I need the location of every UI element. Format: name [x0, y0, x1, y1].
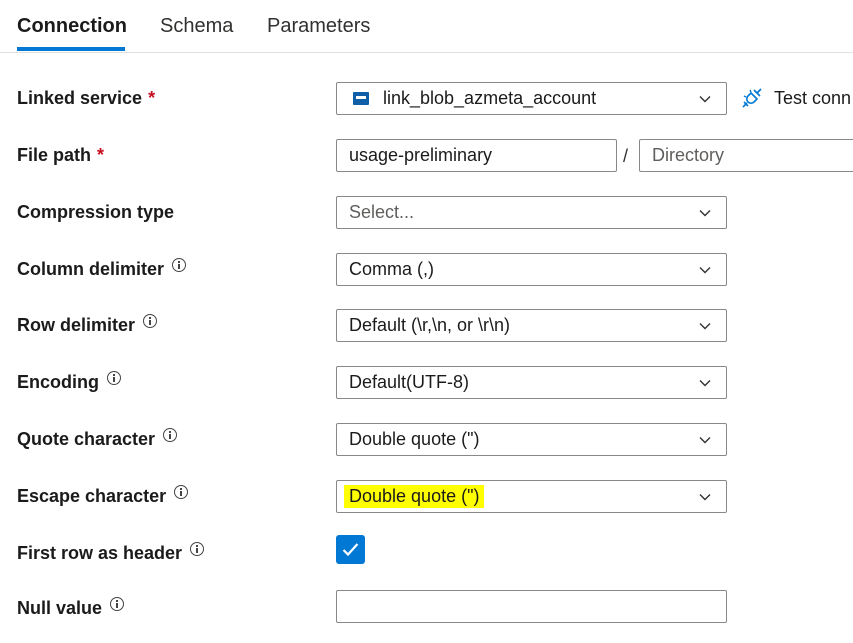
tab-schema[interactable]: Schema	[160, 15, 233, 38]
row-delimiter-select[interactable]: Default (\r,\n, or \r\n)	[336, 309, 727, 342]
column-delimiter-select[interactable]: Comma (,)	[336, 253, 727, 286]
chevron-down-icon	[699, 96, 711, 103]
first-row-header-checkbox[interactable]	[336, 535, 365, 564]
encoding-select[interactable]: Default(UTF-8)	[336, 366, 727, 399]
linked-service-select[interactable]: link_blob_azmeta_account	[336, 82, 727, 115]
checkmark-icon	[342, 543, 359, 557]
encoding-label: Encoding	[17, 370, 121, 394]
row-delimiter-label: Row delimiter	[17, 313, 158, 337]
column-delimiter-value: Comma (,)	[349, 259, 434, 279]
directory-placeholder: Directory	[652, 145, 725, 165]
chevron-down-icon	[699, 323, 711, 330]
test-connection-button[interactable]: Test conn	[740, 86, 851, 110]
row-delimiter-value: Default (\r,\n, or \r\n)	[349, 315, 511, 335]
escape-character-value: Double quote (")	[344, 485, 485, 508]
escape-character-select[interactable]: Double quote (")	[336, 480, 727, 513]
test-connection-label: Test conn	[774, 87, 852, 108]
container-input[interactable]: usage-preliminary	[336, 139, 617, 172]
tab-connection[interactable]: Connection	[17, 15, 127, 38]
file-path-label: File path *	[17, 143, 104, 167]
storage-account-icon	[353, 92, 369, 105]
plug-connection-icon	[742, 88, 762, 108]
chevron-down-icon	[699, 494, 711, 501]
quote-character-label: Quote character	[17, 427, 178, 451]
quote-character-value: Double quote (")	[349, 429, 480, 449]
info-icon[interactable]	[172, 258, 187, 272]
info-icon[interactable]	[190, 542, 205, 556]
active-tab-indicator	[17, 47, 125, 51]
null-value-label: Null value	[17, 596, 125, 620]
compression-type-label-text: Compression type	[17, 201, 175, 222]
info-icon[interactable]	[174, 485, 189, 499]
column-delimiter-label-text: Column delimiter	[17, 258, 165, 279]
null-value-label-text: Null value	[17, 597, 103, 618]
row-delimiter-label-text: Row delimiter	[17, 314, 136, 335]
compression-type-placeholder: Select...	[349, 202, 415, 222]
container-value: usage-preliminary	[349, 145, 493, 165]
chevron-down-icon	[699, 437, 711, 444]
chevron-down-icon	[699, 267, 711, 274]
column-delimiter-label: Column delimiter	[17, 257, 187, 281]
quote-character-label-text: Quote character	[17, 428, 156, 449]
quote-character-select[interactable]: Double quote (")	[336, 423, 727, 456]
encoding-value: Default(UTF-8)	[349, 372, 470, 392]
null-value-input[interactable]	[336, 590, 727, 623]
file-path-label-text: File path	[17, 144, 92, 165]
info-icon[interactable]	[163, 428, 178, 442]
linked-service-label: Linked service *	[17, 86, 155, 110]
tab-bar: Connection Schema Parameters	[0, 0, 853, 53]
linked-service-value: link_blob_azmeta_account	[383, 88, 597, 108]
first-row-header-label: First row as header	[17, 541, 205, 565]
path-separator: /	[623, 146, 629, 166]
tab-parameters[interactable]: Parameters	[267, 15, 370, 38]
escape-character-label: Escape character	[17, 484, 189, 508]
required-asterisk: *	[148, 87, 156, 108]
info-icon[interactable]	[107, 371, 121, 385]
chevron-down-icon	[699, 210, 711, 217]
required-asterisk: *	[97, 144, 105, 165]
escape-character-label-text: Escape character	[17, 485, 167, 506]
compression-type-label: Compression type	[17, 200, 174, 224]
encoding-label-text: Encoding	[17, 371, 99, 392]
info-icon[interactable]	[110, 597, 125, 611]
first-row-header-label-text: First row as header	[17, 542, 183, 563]
compression-type-select[interactable]: Select...	[336, 196, 727, 229]
info-icon[interactable]	[143, 314, 158, 328]
chevron-down-icon	[699, 380, 711, 387]
directory-input[interactable]: Directory	[639, 139, 853, 172]
linked-service-label-text: Linked service	[17, 87, 143, 108]
